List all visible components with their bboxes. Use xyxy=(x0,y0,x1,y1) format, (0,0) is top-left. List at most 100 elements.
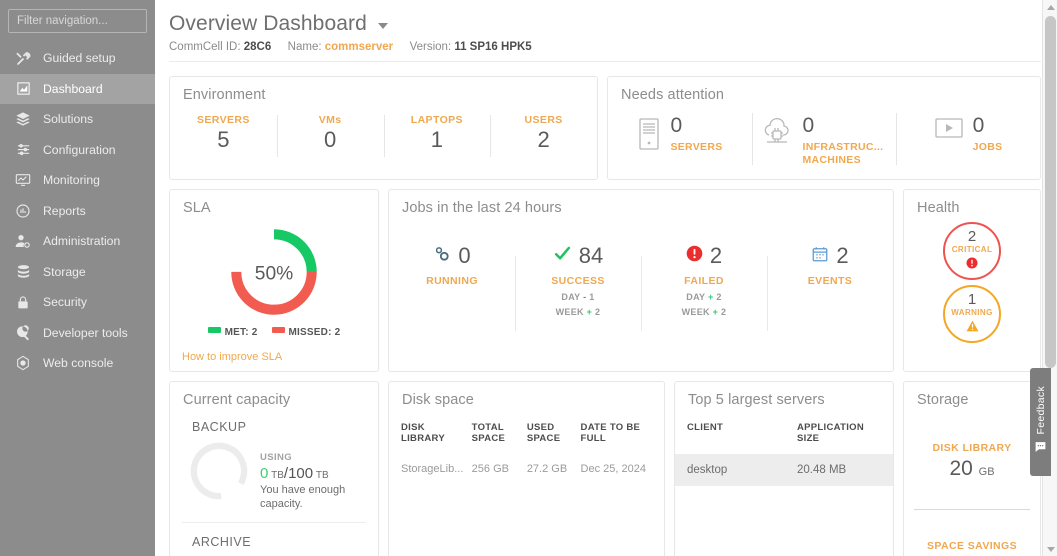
needs-attention-card: Needs attention 0 SERVERS 0 INFRASTRUC..… xyxy=(607,76,1041,180)
sidebar-item-label: Solutions xyxy=(43,112,94,127)
sidebar-item-guided-setup[interactable]: Guided setup xyxy=(0,43,155,74)
sidebar-item-administration[interactable]: Administration xyxy=(0,226,155,257)
sla-title: SLA xyxy=(183,200,211,216)
stat-label: LAPTOPS xyxy=(410,114,463,126)
na-item-servers[interactable]: 0 SERVERS xyxy=(608,115,752,167)
env-stat-servers[interactable]: SERVERS 5 xyxy=(170,112,277,153)
stat-value: 1 xyxy=(430,127,443,152)
needs-attention-items: 0 SERVERS 0 INFRASTRUC... MACHINES 0 JOB… xyxy=(608,112,1040,167)
storage-divider xyxy=(914,509,1030,510)
storage-space-savings-block[interactable]: SPACE SAVINGS xyxy=(904,540,1040,552)
globe-hex-icon xyxy=(13,354,33,372)
sidebar-item-dashboard[interactable]: Dashboard xyxy=(0,73,155,104)
sidebar-item-label: Dashboard xyxy=(43,81,103,96)
sla-donut[interactable]: 50% xyxy=(170,224,378,320)
na-label: JOBS xyxy=(972,141,1003,153)
stat-value: 2 xyxy=(537,127,550,152)
app-root: Guided setup Dashboard Solutions xyxy=(0,0,1057,556)
sla-legend-met: MET: 2 xyxy=(207,327,258,338)
job-failed[interactable]: 2 FAILED DAY + 2 WEEK + 2 xyxy=(641,242,767,350)
gears-icon xyxy=(433,245,451,268)
sidebar-item-label: Web console xyxy=(43,356,114,371)
storage-value-number: 20 xyxy=(949,457,973,480)
needs-attention-title: Needs attention xyxy=(621,87,725,103)
delta-value: 2 xyxy=(721,307,727,317)
sidebar-item-security[interactable]: Security xyxy=(0,287,155,318)
delta-key: DAY xyxy=(686,292,706,302)
table-row[interactable]: StorageLib... 256 GB 27.2 GB Dec 25, 202… xyxy=(401,454,652,484)
job-week-delta: WEEK + 2 xyxy=(519,307,637,317)
sidebar-item-web-console[interactable]: Web console xyxy=(0,348,155,379)
dashboard-row-1: Environment SERVERS 5 VMs 0 LAPTOPS 1 US… xyxy=(169,76,1041,180)
sidebar-item-label: Security xyxy=(43,295,88,310)
na-item-jobs[interactable]: 0 JOBS xyxy=(896,112,1040,167)
backup-capacity-gauge xyxy=(184,438,254,509)
table-row[interactable]: desktop 20.48 MB xyxy=(675,454,893,486)
feedback-tab[interactable]: Feedback xyxy=(1030,368,1051,476)
health-warning-value: 1 xyxy=(967,290,977,308)
sidebar-item-configuration[interactable]: Configuration xyxy=(0,135,155,166)
commcell-id-value: 28C6 xyxy=(243,41,272,53)
database-icon xyxy=(13,263,33,281)
sidebar-item-label: Configuration xyxy=(43,142,116,157)
na-value: 0 xyxy=(670,114,683,137)
filter-navigation-input[interactable] xyxy=(8,9,147,33)
capacity-total-unit: TB xyxy=(315,470,329,481)
job-events[interactable]: 2 EVENTS xyxy=(767,242,893,350)
storage-disk-library-block[interactable]: DISK LIBRARY 20 GB xyxy=(904,442,1040,481)
sidebar-item-label: Administration xyxy=(43,234,121,249)
capacity-message: You have enough capacity. xyxy=(260,484,346,510)
health-critical[interactable]: 2 CRITICAL xyxy=(943,222,1001,280)
chevron-down-icon[interactable] xyxy=(378,23,389,29)
storage-disk-library-value: 20 GB xyxy=(904,457,1040,481)
job-label: SUCCESS xyxy=(551,275,605,287)
stat-label: SERVERS xyxy=(196,114,250,126)
na-item-infrastructure-machines[interactable]: 0 INFRASTRUC... MACHINES xyxy=(752,112,896,167)
job-value: 2 xyxy=(709,243,723,268)
sidebar-item-storage[interactable]: Storage xyxy=(0,257,155,288)
how-to-improve-sla-link[interactable]: How to improve SLA xyxy=(182,351,282,363)
server-icon xyxy=(637,117,661,156)
job-running[interactable]: 0 RUNNING xyxy=(389,242,515,350)
sla-percent-text: 50% xyxy=(255,263,293,284)
dashboard-icon xyxy=(13,80,33,98)
layers-icon xyxy=(13,110,33,128)
delta-key: DAY xyxy=(561,292,581,302)
health-warning[interactable]: 1 WARNING xyxy=(943,285,1001,343)
disk-space-table: DISK LIBRARY TOTAL SPACE USED SPACE DATE… xyxy=(401,422,652,484)
sla-legend: MET: 2 MISSED: 2 xyxy=(170,327,378,338)
cell-used-space: 27.2 GB xyxy=(526,463,568,475)
job-value: 2 xyxy=(836,243,849,268)
commcell-name-label: Name: xyxy=(287,41,322,53)
scroll-up-arrow[interactable] xyxy=(1043,0,1057,14)
scrollbar-thumb[interactable] xyxy=(1045,16,1056,368)
env-stat-laptops[interactable]: LAPTOPS 1 xyxy=(383,112,491,157)
sla-met-label: MET: 2 xyxy=(224,327,258,338)
feedback-label: Feedback xyxy=(1034,386,1047,435)
sidebar-item-reports[interactable]: Reports xyxy=(0,196,155,227)
env-stat-vms[interactable]: VMs 0 xyxy=(276,112,384,157)
sidebar-item-label: Developer tools xyxy=(43,325,128,340)
scroll-down-arrow[interactable] xyxy=(1043,542,1057,556)
col-used-space: USED SPACE xyxy=(526,422,561,444)
sidebar-item-developer-tools[interactable]: Developer tools xyxy=(0,318,155,349)
env-stat-users[interactable]: USERS 2 xyxy=(490,112,597,157)
sla-card: SLA 50% MET: 2 MISSED: 2 How to improve … xyxy=(169,189,379,372)
na-value: 0 xyxy=(802,114,815,137)
current-capacity-title: Current capacity xyxy=(183,392,291,408)
job-label: RUNNING xyxy=(426,275,478,287)
sidebar-item-solutions[interactable]: Solutions xyxy=(0,104,155,135)
sidebar-item-monitoring[interactable]: Monitoring xyxy=(0,165,155,196)
check-icon xyxy=(553,244,572,268)
job-success[interactable]: 84 SUCCESS DAY - 1 WEEK + 2 xyxy=(515,242,641,350)
commcell-version-value: 11 SP16 HPK5 xyxy=(454,41,532,53)
job-value: 84 xyxy=(578,243,604,268)
current-capacity-card: Current capacity BACKUP USING 0 TB/100 T… xyxy=(169,381,379,556)
page-header: Overview Dashboard CommCell ID: 28C6 Nam… xyxy=(169,12,1041,67)
cell-application-size: 20.48 MB xyxy=(785,454,893,486)
col-client: CLIENT xyxy=(687,422,724,433)
commcell-name-value[interactable]: commserver xyxy=(325,41,393,53)
col-total-space: TOTAL SPACE xyxy=(471,422,506,444)
stat-label: VMs xyxy=(318,114,342,126)
job-play-icon xyxy=(934,117,964,144)
